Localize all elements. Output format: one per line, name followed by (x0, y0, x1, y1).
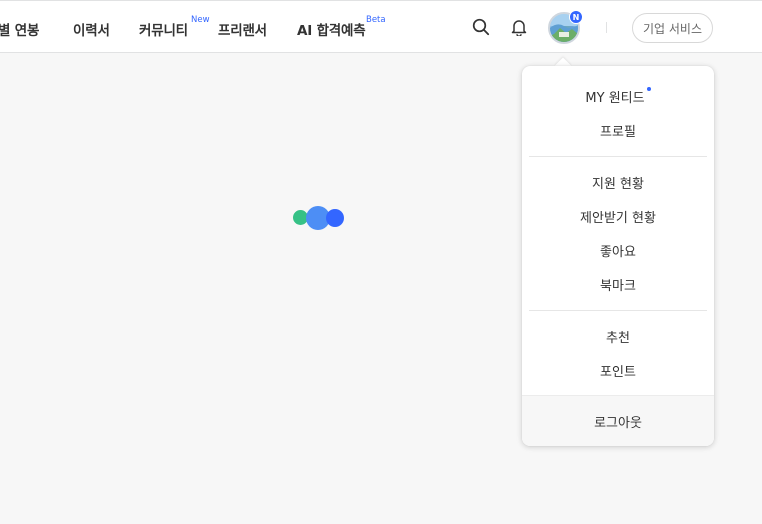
menu-item-points[interactable]: 포인트 (522, 355, 714, 385)
nav-freelancer[interactable]: 프리랜서 (218, 19, 267, 39)
menu-item-recommendations[interactable]: 추천 (522, 321, 714, 351)
nav-resume[interactable]: 이력서 (73, 19, 110, 39)
logout-button[interactable]: 로그아웃 (522, 406, 714, 436)
top-nav-bar: 별 연봉 이력서 커뮤니티 New 프리랜서 AI 합격예측 Beta N 기업… (0, 0, 762, 53)
beta-badge: Beta (366, 15, 386, 25)
loader-dot (326, 209, 344, 227)
loading-indicator (290, 204, 350, 232)
menu-item-offers[interactable]: 제안받기 현황 (522, 201, 714, 231)
menu-item-likes[interactable]: 좋아요 (522, 235, 714, 265)
business-service-button[interactable]: 기업 서비스 (632, 13, 713, 43)
new-notification-badge: N (569, 10, 583, 24)
new-badge: New (191, 15, 210, 25)
nav-ai-prediction[interactable]: AI 합격예측 (297, 19, 366, 39)
nav-community[interactable]: 커뮤니티 (139, 19, 188, 39)
logout-section: 로그아웃 (522, 395, 714, 446)
nav-salary[interactable]: 별 연봉 (0, 19, 39, 39)
menu-item-label: 북마크 (600, 278, 636, 294)
menu-divider (529, 310, 707, 311)
menu-item-bookmarks[interactable]: 북마크 (522, 269, 714, 299)
menu-item-label: 추천 (606, 330, 630, 346)
menu-item-profile[interactable]: 프로필 (522, 115, 714, 145)
menu-item-label: 프로필 (600, 124, 636, 140)
profile-dropdown-menu: MY 원티드 프로필 지원 현황 제안받기 현황 좋아요 북마크 추천 포인트 … (522, 66, 714, 446)
menu-item-label: 제안받기 현황 (580, 210, 656, 226)
menu-item-my-wanted[interactable]: MY 원티드 (522, 81, 714, 111)
search-icon[interactable] (470, 16, 492, 38)
menu-item-label: 지원 현황 (592, 176, 644, 192)
new-dot-indicator (646, 87, 651, 91)
nav-divider (606, 22, 607, 33)
menu-item-label: 포인트 (600, 364, 636, 380)
bell-icon[interactable] (508, 16, 530, 38)
logout-label: 로그아웃 (594, 415, 642, 431)
menu-item-label: MY 원티드 (585, 90, 645, 106)
menu-divider (529, 156, 707, 157)
menu-item-applications[interactable]: 지원 현황 (522, 167, 714, 197)
menu-item-label: 좋아요 (600, 244, 636, 260)
